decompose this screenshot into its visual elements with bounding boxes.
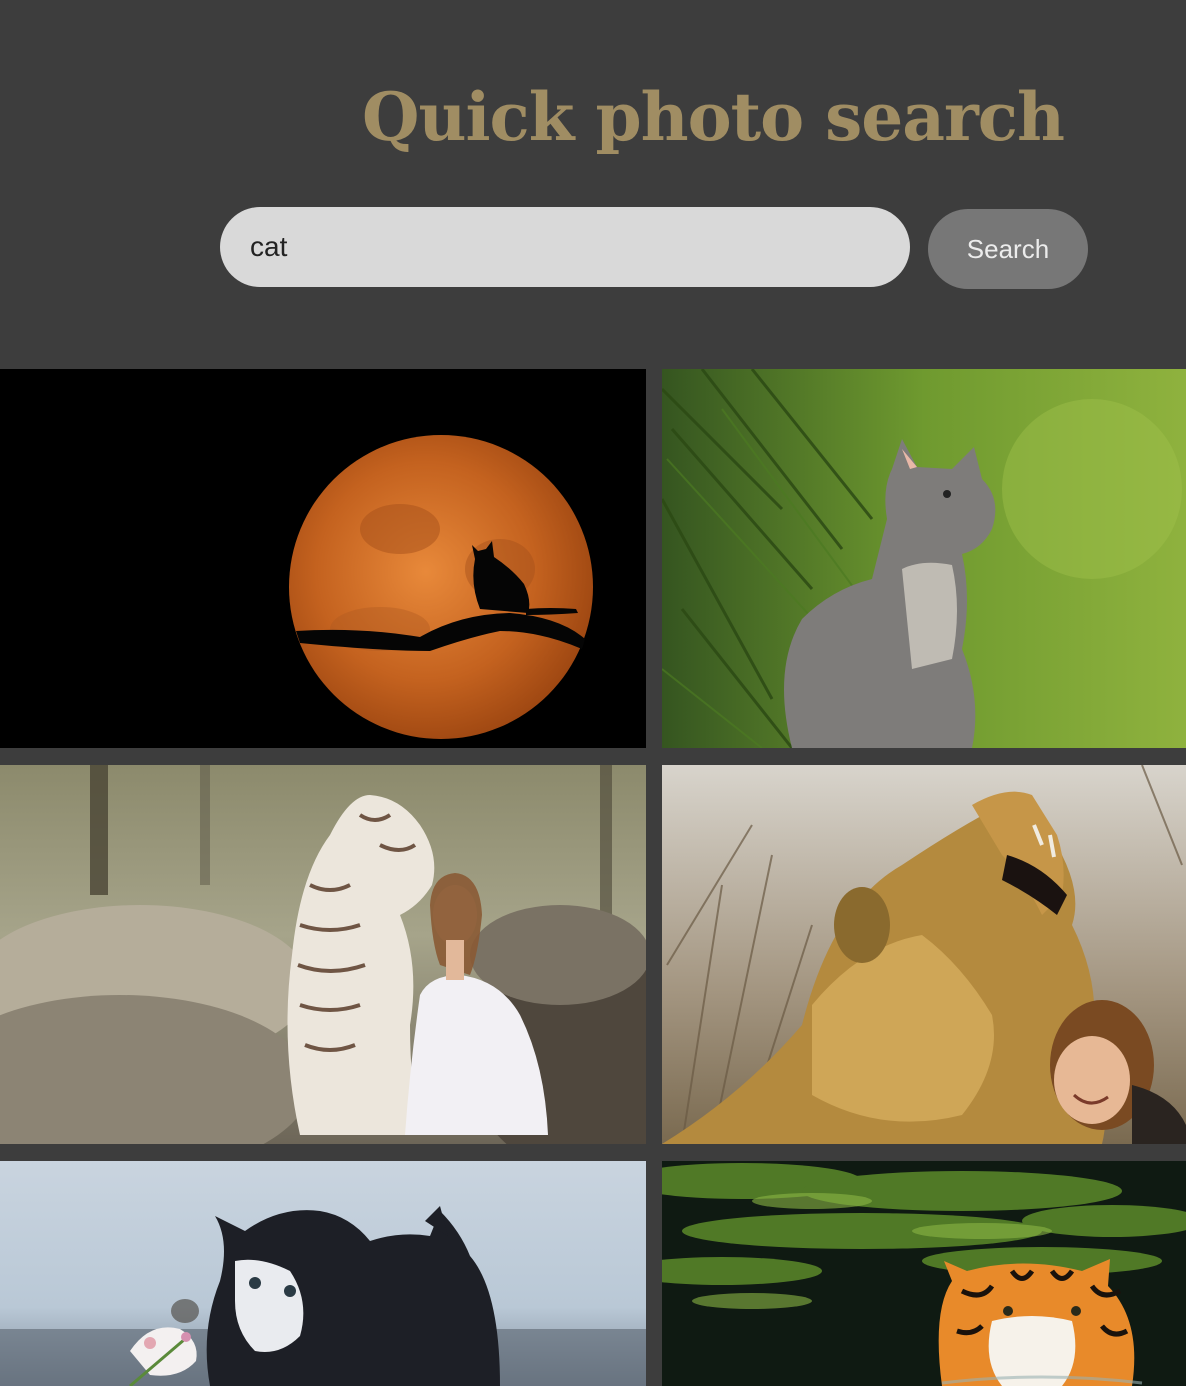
- photo-grid: [0, 369, 1186, 1386]
- photo-result[interactable]: [662, 765, 1186, 1144]
- gray-kitten-image: [662, 369, 1186, 748]
- tiger-water-image: [662, 1161, 1186, 1386]
- page: Quick photo search Search: [0, 0, 1186, 1386]
- kitten-flower-image: [0, 1161, 646, 1386]
- photo-result[interactable]: [0, 369, 646, 748]
- search-button[interactable]: Search: [928, 209, 1088, 289]
- cat-moon-image: [0, 369, 646, 748]
- white-tiger-woman-image: [0, 765, 646, 1144]
- photo-result[interactable]: [662, 369, 1186, 748]
- photo-result[interactable]: [0, 765, 646, 1144]
- photo-result[interactable]: [0, 1161, 646, 1386]
- lion-girl-image: [662, 765, 1186, 1144]
- page-title: Quick photo search: [362, 78, 1065, 156]
- photo-result[interactable]: [662, 1161, 1186, 1386]
- search-input[interactable]: [220, 207, 910, 287]
- search-header: Quick photo search Search: [0, 0, 1186, 369]
